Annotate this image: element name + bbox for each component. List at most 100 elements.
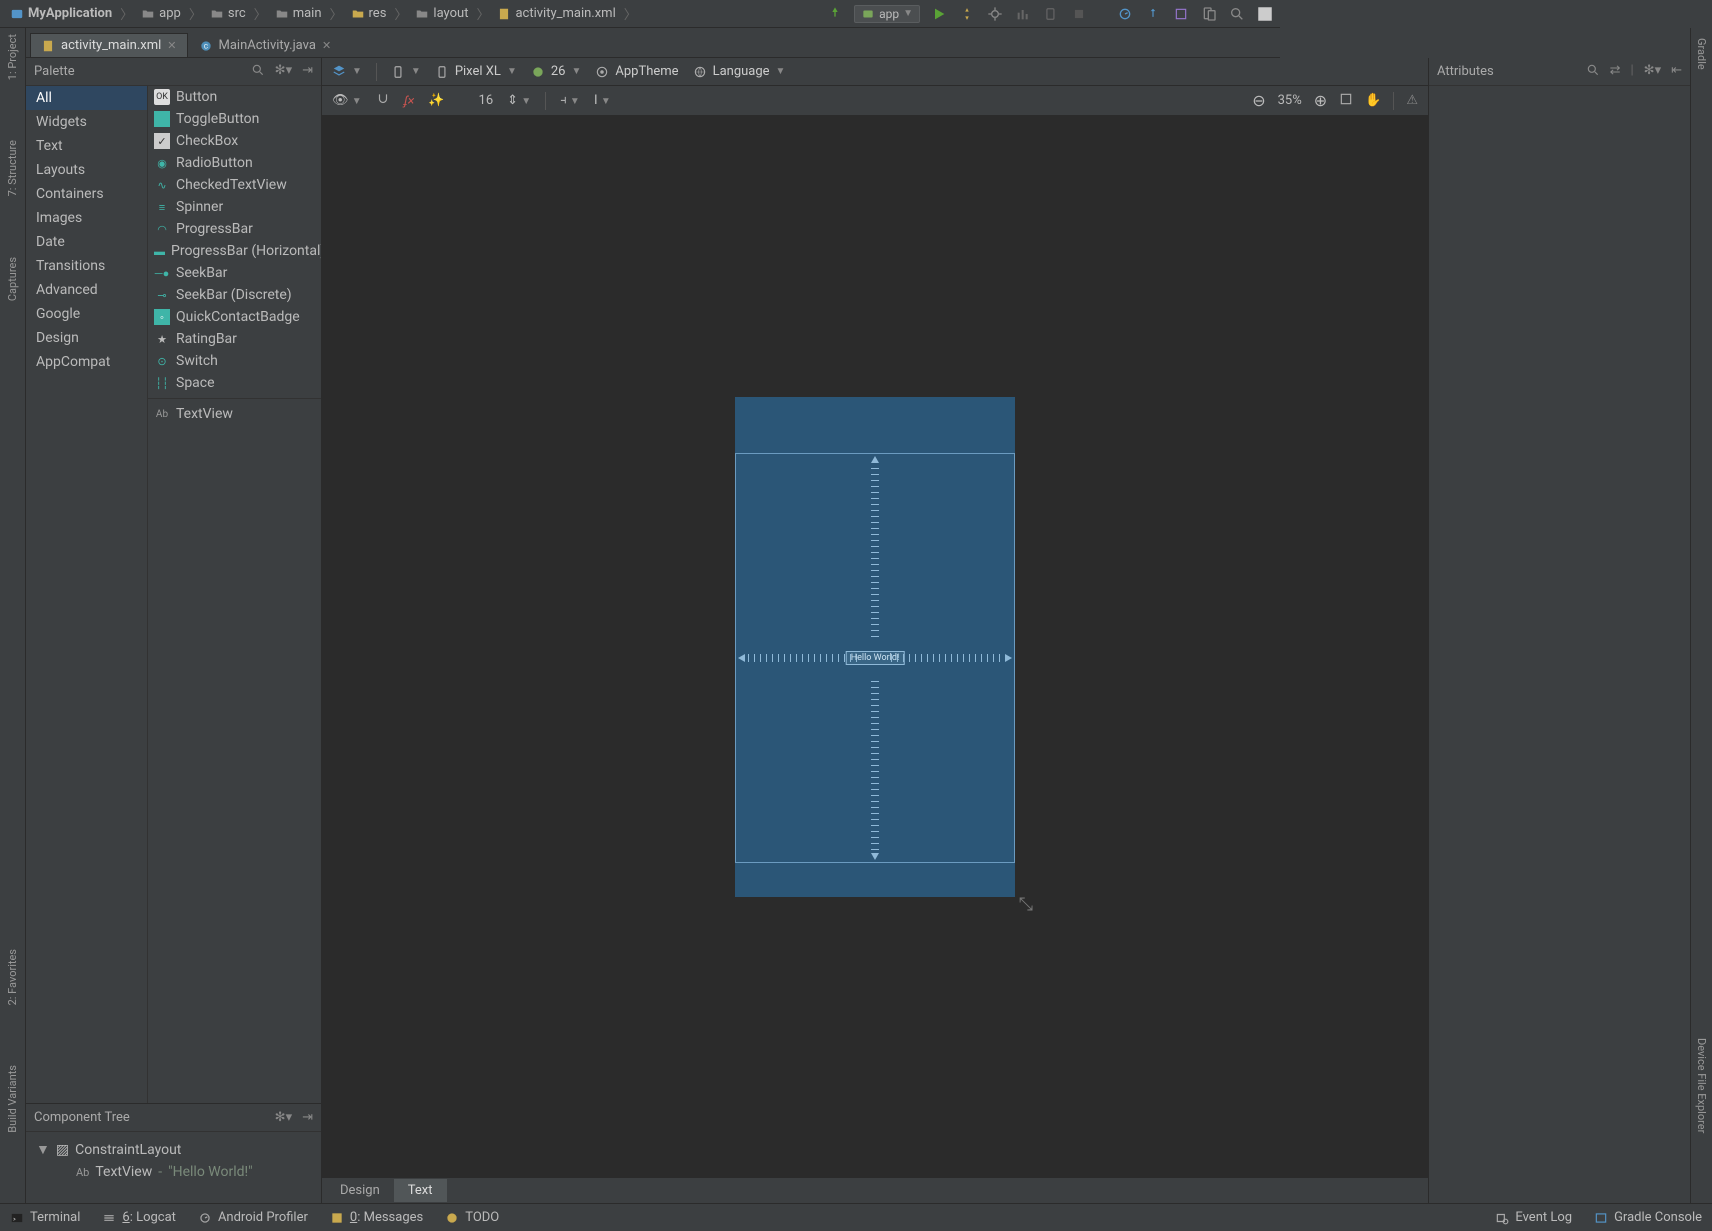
textview-widget[interactable]: Hello World!: [846, 651, 905, 665]
magnet-icon[interactable]: [376, 92, 390, 110]
category-images[interactable]: Images: [26, 206, 147, 230]
device-viewport[interactable]: Hello World!: [735, 453, 1015, 863]
tree-child[interactable]: Ab TextView - "Hello World!": [32, 1161, 321, 1183]
tree-root[interactable]: ▼ ▨ ConstraintLayout: [32, 1138, 321, 1161]
avd-manager-icon[interactable]: [1116, 5, 1134, 23]
breadcrumb-item[interactable]: app〉: [137, 2, 206, 25]
status-todo[interactable]: TODO: [445, 1210, 499, 1225]
clear-constraints-icon[interactable]: ʄ×: [404, 93, 415, 109]
gear-icon[interactable]: ✻▾: [1644, 63, 1661, 81]
debug-icon[interactable]: [986, 5, 1004, 23]
widget-textview[interactable]: AbTextView: [148, 403, 321, 425]
breadcrumb-file[interactable]: activity_main.xml〉: [493, 2, 640, 25]
align-icon[interactable]: ⫞ ▼: [560, 93, 580, 108]
category-date[interactable]: Date: [26, 230, 147, 254]
category-google[interactable]: Google: [26, 302, 147, 326]
rail-project[interactable]: 1: Project: [6, 34, 19, 80]
chevron-down-icon[interactable]: ▼: [36, 1141, 50, 1158]
rail-build-variants[interactable]: Build Variants: [6, 1065, 19, 1133]
rail-device-file-explorer[interactable]: Device File Explorer: [1695, 1038, 1708, 1133]
stop-icon[interactable]: [1070, 5, 1088, 23]
close-icon[interactable]: ✕: [322, 39, 331, 52]
widget-button[interactable]: OKButton: [148, 86, 321, 108]
status-logcat[interactable]: 6: Logcat: [102, 1210, 176, 1225]
resize-handle-icon[interactable]: ⤡: [1019, 894, 1033, 915]
infer-constraints-icon[interactable]: ✨: [428, 93, 444, 108]
widget-space[interactable]: ┆┆Space: [148, 372, 321, 394]
attach-debugger-icon[interactable]: [1042, 5, 1060, 23]
widget-spinner[interactable]: ≡Spinner: [148, 196, 321, 218]
device-selector[interactable]: Pixel XL▼: [435, 64, 517, 79]
status-profiler[interactable]: Android Profiler: [198, 1210, 308, 1225]
user-icon[interactable]: [1256, 5, 1274, 23]
zoom-out-icon[interactable]: ⊖: [1252, 91, 1265, 110]
category-containers[interactable]: Containers: [26, 182, 147, 206]
widget-seekbar-discrete[interactable]: ⊸SeekBar (Discrete): [148, 284, 321, 306]
widget-seekbar[interactable]: ─●SeekBar: [148, 262, 321, 284]
swap-icon[interactable]: ⇄: [1610, 63, 1621, 81]
theme-selector[interactable]: AppTheme: [595, 64, 678, 79]
status-terminal[interactable]: Terminal: [10, 1210, 80, 1225]
breadcrumb-root[interactable]: MyApplication〉: [6, 2, 137, 25]
breadcrumb-item[interactable]: main〉: [271, 2, 347, 25]
pack-icon[interactable]: ⇕ ▼: [507, 93, 531, 108]
minimize-icon[interactable]: ⇤: [1671, 63, 1682, 81]
widget-progressbar-horizontal[interactable]: ▬ProgressBar (Horizontal): [148, 240, 321, 262]
widget-ratingbar[interactable]: ★RatingBar: [148, 328, 321, 350]
apply-changes-icon[interactable]: [958, 5, 976, 23]
tab-activity-main[interactable]: activity_main.xml ✕: [30, 33, 188, 57]
pan-icon[interactable]: ✋: [1365, 93, 1381, 108]
category-layouts[interactable]: Layouts: [26, 158, 147, 182]
zoom-in-icon[interactable]: ⊕: [1314, 91, 1327, 110]
tab-main-activity[interactable]: C MainActivity.java ✕: [188, 33, 343, 57]
widget-progressbar[interactable]: ◠ProgressBar: [148, 218, 321, 240]
minimize-icon[interactable]: ⇥: [302, 1110, 313, 1125]
category-text[interactable]: Text: [26, 134, 147, 158]
status-gradle-console[interactable]: Gradle Console: [1594, 1210, 1702, 1225]
category-widgets[interactable]: Widgets: [26, 110, 147, 134]
orientation-selector[interactable]: ▼: [391, 65, 421, 79]
gear-icon[interactable]: ✻▾: [275, 63, 292, 81]
sdk-manager-icon[interactable]: [1144, 5, 1162, 23]
breadcrumb-item[interactable]: layout〉: [411, 2, 493, 25]
rail-captures[interactable]: Captures: [6, 257, 19, 301]
zoom-fit-icon[interactable]: [1339, 92, 1353, 110]
widget-checkbox[interactable]: ✓CheckBox: [148, 130, 321, 152]
make-project-icon[interactable]: [826, 5, 844, 23]
tab-text[interactable]: Text: [394, 1179, 447, 1202]
run-icon[interactable]: [930, 5, 948, 23]
breadcrumb-item[interactable]: src〉: [206, 2, 271, 25]
search-everywhere-icon[interactable]: [1228, 5, 1246, 23]
run-config-selector[interactable]: app ▼: [854, 5, 920, 23]
rail-structure[interactable]: 7: Structure: [6, 140, 19, 196]
search-icon[interactable]: [251, 63, 265, 81]
category-design[interactable]: Design: [26, 326, 147, 350]
category-appcompat[interactable]: AppCompat: [26, 350, 147, 374]
category-transitions[interactable]: Transitions: [26, 254, 147, 278]
widget-quickcontactbadge[interactable]: ◦QuickContactBadge: [148, 306, 321, 328]
design-canvas[interactable]: Hello World! ⤡: [322, 116, 1428, 1177]
language-selector[interactable]: Language▼: [693, 64, 786, 79]
rail-favorites[interactable]: 2: Favorites: [6, 949, 19, 1005]
search-icon[interactable]: [1586, 63, 1600, 81]
gear-icon[interactable]: ✻▾: [275, 1110, 292, 1125]
widget-radiobutton[interactable]: ◉RadioButton: [148, 152, 321, 174]
widget-checkedtextview[interactable]: ∿CheckedTextView: [148, 174, 321, 196]
guidelines-icon[interactable]: Ⅰ ▼: [594, 93, 611, 108]
minimize-icon[interactable]: ⇥: [302, 63, 313, 81]
tab-design[interactable]: Design: [326, 1179, 394, 1202]
status-messages[interactable]: 0: Messages: [330, 1210, 423, 1225]
status-event-log[interactable]: Event Log: [1495, 1210, 1572, 1225]
api-selector[interactable]: 26▼: [531, 64, 582, 79]
profiler-icon[interactable]: [1014, 5, 1032, 23]
widget-switch[interactable]: ⊙Switch: [148, 350, 321, 372]
default-margin[interactable]: 16: [479, 93, 494, 108]
category-advanced[interactable]: Advanced: [26, 278, 147, 302]
breadcrumb-item[interactable]: res〉: [347, 2, 412, 25]
category-all[interactable]: All: [26, 86, 147, 110]
layout-inspector-icon[interactable]: [1172, 5, 1190, 23]
device-manager-icon[interactable]: [1200, 5, 1218, 23]
rail-gradle[interactable]: Gradle: [1695, 38, 1708, 70]
widget-togglebutton[interactable]: ToggleButton: [148, 108, 321, 130]
warnings-icon[interactable]: ⚠: [1406, 93, 1418, 108]
